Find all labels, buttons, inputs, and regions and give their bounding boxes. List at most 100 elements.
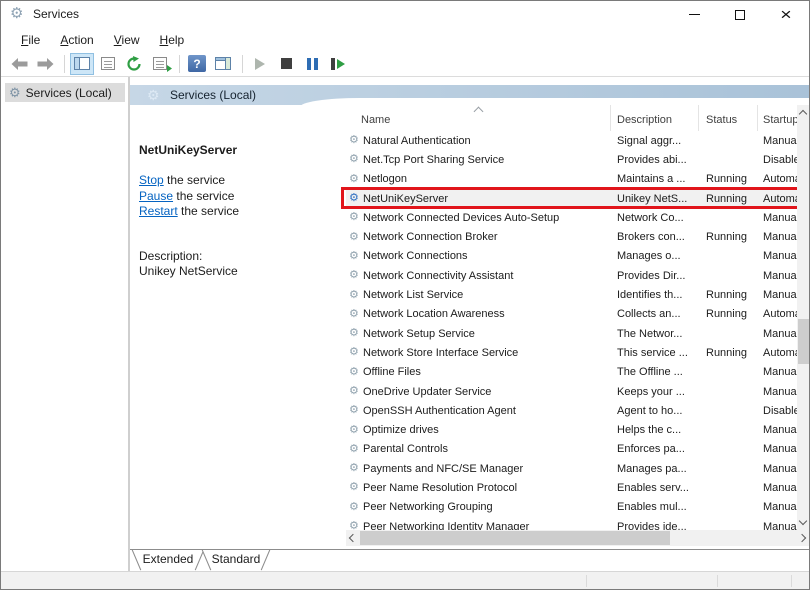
scroll-left-icon[interactable]: [349, 534, 357, 542]
toolbar-separator: [242, 55, 243, 73]
menu-action[interactable]: Action: [51, 31, 102, 49]
forward-button[interactable]: [33, 53, 57, 75]
maximize-button[interactable]: [717, 1, 763, 28]
help-icon: ?: [188, 55, 206, 72]
service-row[interactable]: ⚙ Net.Tcp Port Sharing Service Provides …: [346, 150, 797, 169]
service-description-cell: The Offline ...: [611, 366, 699, 378]
vertical-scrollbar[interactable]: [797, 105, 810, 530]
service-startup-cell: Automatic: [758, 173, 797, 185]
service-row[interactable]: ⚙ Network Connected Devices Auto-Setup N…: [346, 208, 797, 227]
service-gear-icon: ⚙: [346, 367, 363, 378]
service-row[interactable]: ⚙ Network Setup Service The Networ... Ma…: [346, 324, 797, 343]
service-description-cell: Maintains a ...: [611, 173, 699, 185]
service-status-cell: Running: [699, 193, 758, 205]
restart-service-button[interactable]: [326, 53, 350, 75]
service-startup-cell: Manual: [758, 463, 797, 475]
pause-service-button[interactable]: [300, 53, 324, 75]
tree-item-label: Services (Local): [26, 86, 112, 100]
properties-button[interactable]: [96, 53, 120, 75]
tree-item-services-local[interactable]: ⚙ Services (Local): [5, 83, 125, 102]
horizontal-scrollbar[interactable]: [346, 530, 810, 546]
service-gear-icon: ⚙: [346, 290, 363, 301]
minimize-button[interactable]: [671, 1, 717, 28]
services-node-icon: ⚙: [9, 86, 21, 99]
close-button[interactable]: ×: [763, 1, 809, 28]
service-row[interactable]: ⚙ Peer Networking Grouping Enables mul..…: [346, 498, 797, 517]
menu-view[interactable]: View: [105, 31, 149, 49]
column-header-startup-type[interactable]: Startup Type: [758, 105, 797, 131]
restart-service-icon: [331, 58, 345, 70]
restart-service-link[interactable]: Restart: [139, 204, 178, 218]
horizontal-scrollbar-thumb[interactable]: [360, 531, 670, 545]
service-row[interactable]: ⚙ Peer Name Resolution Protocol Enables …: [346, 478, 797, 497]
details-panel: ⚙ Services (Local) NetUniKeyServer Stop …: [130, 77, 810, 571]
scroll-right-icon[interactable]: [798, 534, 806, 542]
service-gear-icon: ⚙: [346, 212, 363, 223]
service-row[interactable]: ⚙ NetUniKeyServer Unikey NetS... Running…: [346, 189, 797, 208]
refresh-button[interactable]: [122, 53, 146, 75]
panel-header-icon: ⚙: [147, 88, 160, 102]
vertical-scrollbar-thumb[interactable]: [798, 319, 809, 364]
services-window: ⚙ Services × File Action View Help: [0, 0, 810, 590]
service-startup-cell: Manual: [758, 501, 797, 513]
panel-header-title: Services (Local): [170, 85, 256, 105]
service-row[interactable]: ⚙ Optimize drives Helps the c... Manual: [346, 420, 797, 439]
service-startup-cell: Manual: [758, 212, 797, 224]
service-row[interactable]: ⚙ Network Connectivity Assistant Provide…: [346, 266, 797, 285]
help-button[interactable]: ?: [185, 53, 209, 75]
stop-service-button[interactable]: [274, 53, 298, 75]
service-description-cell: Network Co...: [611, 212, 699, 224]
show-action-pane-button[interactable]: [211, 53, 235, 75]
service-row[interactable]: ⚙ Offline Files The Offline ... Manual: [346, 363, 797, 382]
service-startup-cell: Automatic: [758, 308, 797, 320]
service-row[interactable]: ⚙ Network List Service Identifies th... …: [346, 285, 797, 304]
service-row[interactable]: ⚙ OpenSSH Authentication Agent Agent to …: [346, 401, 797, 420]
tab-extended[interactable]: Extended: [133, 550, 203, 569]
selected-service-name: NetUniKeyServer: [139, 143, 237, 157]
export-list-button[interactable]: [148, 53, 172, 75]
service-row[interactable]: ⚙ Parental Controls Enforces pa... Manua…: [346, 440, 797, 459]
service-gear-icon: ⚙: [346, 309, 363, 320]
service-description-cell: Agent to ho...: [611, 405, 699, 417]
service-row[interactable]: ⚙ Network Connection Broker Brokers con.…: [346, 227, 797, 246]
service-status-cell: Running: [699, 289, 758, 301]
service-name-cell: Netlogon: [363, 173, 611, 185]
view-tabstrip: Extended Standard: [130, 549, 810, 571]
service-row[interactable]: ⚙ OneDrive Updater Service Keeps your ..…: [346, 382, 797, 401]
show-console-tree-button[interactable]: [70, 53, 94, 75]
service-gear-icon: ⚙: [346, 425, 363, 436]
service-row[interactable]: ⚙ Payments and NFC/SE Manager Manages pa…: [346, 459, 797, 478]
service-startup-cell: Manual: [758, 366, 797, 378]
service-row[interactable]: ⚙ Netlogon Maintains a ... Running Autom…: [346, 170, 797, 189]
services-rows: ⚙ Natural Authentication Signal aggr... …: [346, 131, 797, 536]
back-button[interactable]: [7, 53, 31, 75]
service-row[interactable]: ⚙ Network Location Awareness Collects an…: [346, 305, 797, 324]
service-description-cell: Manages pa...: [611, 463, 699, 475]
service-description-cell: The Networ...: [611, 328, 699, 340]
window-title: Services: [33, 1, 79, 28]
menu-bar: File Action View Help: [1, 28, 809, 51]
service-row[interactable]: ⚙ Network Connections Manages o... Manua…: [346, 247, 797, 266]
extended-task-pane: NetUniKeyServer Stop the service Pause t…: [130, 105, 346, 547]
service-status-cell: Running: [699, 347, 758, 359]
column-header-description[interactable]: Description: [611, 105, 699, 131]
column-header-status[interactable]: Status: [699, 105, 758, 131]
service-row[interactable]: ⚙ Natural Authentication Signal aggr... …: [346, 131, 797, 150]
service-name-cell: Payments and NFC/SE Manager: [363, 463, 611, 475]
menu-help[interactable]: Help: [151, 31, 194, 49]
menu-file[interactable]: File: [12, 31, 49, 49]
tab-standard[interactable]: Standard: [203, 550, 269, 569]
stop-service-link[interactable]: Stop: [139, 173, 164, 187]
service-row[interactable]: ⚙ Network Store Interface Service This s…: [346, 343, 797, 362]
service-description-cell: Manages o...: [611, 250, 699, 262]
start-service-icon: [255, 58, 265, 70]
scroll-up-icon[interactable]: [799, 110, 807, 118]
service-gear-icon: ⚙: [346, 251, 363, 262]
service-description-cell: Provides abi...: [611, 154, 699, 166]
service-startup-cell: Manual: [758, 328, 797, 340]
start-service-button[interactable]: [248, 53, 272, 75]
pause-service-link[interactable]: Pause: [139, 189, 173, 203]
service-gear-icon: ⚙: [346, 386, 363, 397]
scroll-down-icon[interactable]: [799, 517, 807, 525]
restart-link-line: Restart the service: [139, 204, 239, 220]
